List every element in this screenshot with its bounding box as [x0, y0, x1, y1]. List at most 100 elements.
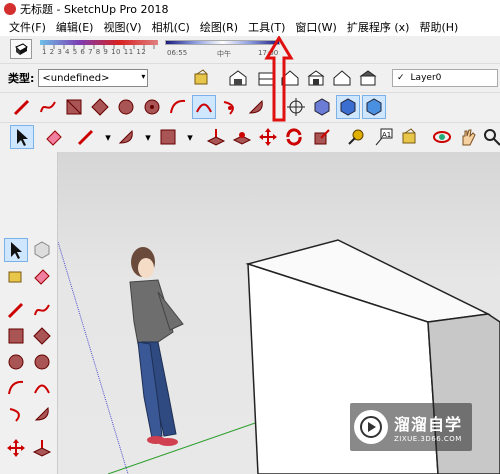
freehand-tool[interactable]: [36, 95, 60, 119]
tray-push-pull-tool[interactable]: [30, 436, 54, 460]
paint-bucket-icon: [402, 128, 416, 144]
tray-freehand-tool[interactable]: [30, 298, 54, 322]
tray-polygon-tool[interactable]: [30, 350, 54, 374]
arc-icon: [170, 99, 186, 114]
menu-draw[interactable]: 绘图(R): [195, 19, 243, 35]
section-fill-icon: [340, 98, 356, 116]
watermark-main: 溜溜自学: [394, 415, 463, 434]
tray-pie-tool[interactable]: [30, 402, 54, 426]
shape-group-tool[interactable]: [156, 125, 180, 149]
pan-tool[interactable]: [456, 125, 480, 149]
month-slider[interactable]: 1 2 3 4 5 6 7 8 9 10 11 12: [40, 40, 158, 60]
menu-file[interactable]: 文件(F): [4, 19, 51, 35]
section-cut-icon: [366, 98, 382, 116]
tray-two-point-arc-tool[interactable]: [30, 376, 54, 400]
blue-axis-line: [58, 241, 129, 474]
window-title: 无标题 - SketchUp Pro 2018: [20, 3, 169, 16]
rotated-rectangle-tool[interactable]: [88, 95, 112, 119]
house-right-icon: [307, 70, 325, 86]
back-view-button[interactable]: [330, 66, 354, 90]
left-tool-palette: [0, 152, 58, 474]
circle-tool[interactable]: [114, 95, 138, 119]
type-dropdown[interactable]: <undefined> ▾: [38, 69, 149, 87]
eraser-icon: [46, 130, 62, 146]
person-figure: [129, 247, 184, 446]
rectangle-tool[interactable]: [62, 95, 86, 119]
tray-eraser-tool[interactable]: [30, 264, 54, 288]
pie-icon: [248, 99, 263, 114]
pie-icon: [34, 406, 49, 421]
select-tool[interactable]: [10, 125, 34, 149]
line-tool[interactable]: [10, 95, 34, 119]
tray-rotated-rectangle-tool[interactable]: [30, 324, 54, 348]
tray-line-tool[interactable]: [4, 298, 28, 322]
iso-view-button[interactable]: [226, 66, 250, 90]
title-bar: 无标题 - SketchUp Pro 2018: [0, 0, 500, 18]
section-cut-tool[interactable]: [362, 95, 386, 119]
section-plane-tool[interactable]: [310, 95, 334, 119]
paint-bucket-style-button[interactable]: [190, 66, 214, 90]
tape-measure-tool[interactable]: [344, 125, 368, 149]
offset-tool[interactable]: [230, 125, 254, 149]
menu-tools[interactable]: 工具(T): [243, 19, 290, 35]
tray-component-tool[interactable]: [30, 238, 54, 262]
arc-tool[interactable]: [166, 95, 190, 119]
tray-circle-tool[interactable]: [4, 350, 28, 374]
pencil-icon: [77, 129, 94, 146]
rectangle-icon: [160, 129, 176, 145]
polygon-icon: [34, 354, 50, 370]
section-display-tool[interactable]: [336, 95, 360, 119]
time-start-label: 06:55: [167, 49, 188, 57]
tray-three-point-arc-tool[interactable]: [4, 402, 28, 426]
right-view-button[interactable]: [304, 66, 328, 90]
two-point-arc-tool[interactable]: [192, 95, 216, 119]
layer-name: Layer0: [410, 73, 442, 83]
shape-dropdown[interactable]: ▾: [178, 125, 202, 149]
eraser-tool[interactable]: [42, 125, 66, 149]
push-pull-tool[interactable]: [204, 125, 228, 149]
show-shadows-button[interactable]: [10, 39, 32, 59]
menu-help[interactable]: 帮助(H): [414, 19, 463, 35]
rectangle-icon: [66, 99, 82, 115]
tray-select-tool[interactable]: [4, 238, 28, 262]
paint-bucket-tool[interactable]: [398, 125, 422, 149]
pencil-tool[interactable]: [74, 125, 98, 149]
pencil-icon: [7, 302, 24, 319]
shadow-cube-icon: [15, 43, 28, 55]
zoom-tool[interactable]: [480, 125, 500, 149]
menu-extensions[interactable]: 扩展程序 (x): [342, 19, 415, 35]
tray-arc-tool[interactable]: [4, 376, 28, 400]
three-point-arc-icon: [9, 408, 20, 422]
svg-text:A1: A1: [382, 131, 391, 139]
tray-rectangle-tool[interactable]: [4, 324, 28, 348]
menu-camera[interactable]: 相机(C): [147, 19, 195, 35]
scale-tool[interactable]: [310, 125, 334, 149]
paint-bucket-icon: [8, 271, 22, 283]
arc-group-tool[interactable]: [114, 125, 138, 149]
rotate-tool[interactable]: [282, 125, 306, 149]
menu-bar: 文件(F) 编辑(E) 视图(V) 相机(C) 绘图(R) 工具(T) 窗口(W…: [0, 18, 500, 36]
tray-paint-tool[interactable]: [4, 264, 28, 288]
three-point-arc-tool[interactable]: [218, 95, 242, 119]
menu-window[interactable]: 窗口(W): [290, 19, 341, 35]
component-cube-icon: [34, 241, 50, 259]
drawing-toolbar-1: [0, 92, 500, 122]
house-back-icon: [333, 70, 351, 86]
menu-view[interactable]: 视图(V): [98, 19, 146, 35]
freehand-icon: [34, 304, 50, 316]
time-slider[interactable]: 06:55 中午 17:00: [165, 40, 280, 60]
rotated-rectangle-icon: [33, 327, 51, 345]
magnifier-icon: [484, 129, 500, 146]
rectangle-icon: [8, 328, 24, 344]
tray-move-tool[interactable]: [4, 436, 28, 460]
layer-dropdown[interactable]: ✓ Layer0: [392, 69, 498, 87]
polygon-tool[interactable]: [140, 95, 164, 119]
drawing-toolbar-2: ▾ ▾ ▾ A1: [0, 122, 500, 152]
text-tool[interactable]: A1: [372, 125, 396, 149]
left-view-button[interactable]: [356, 66, 380, 90]
orbit-tool[interactable]: [430, 125, 454, 149]
arrow-cursor-icon: [11, 242, 22, 259]
menu-edit[interactable]: 编辑(E): [51, 19, 99, 35]
time-track: [165, 40, 280, 45]
move-tool[interactable]: [256, 125, 280, 149]
